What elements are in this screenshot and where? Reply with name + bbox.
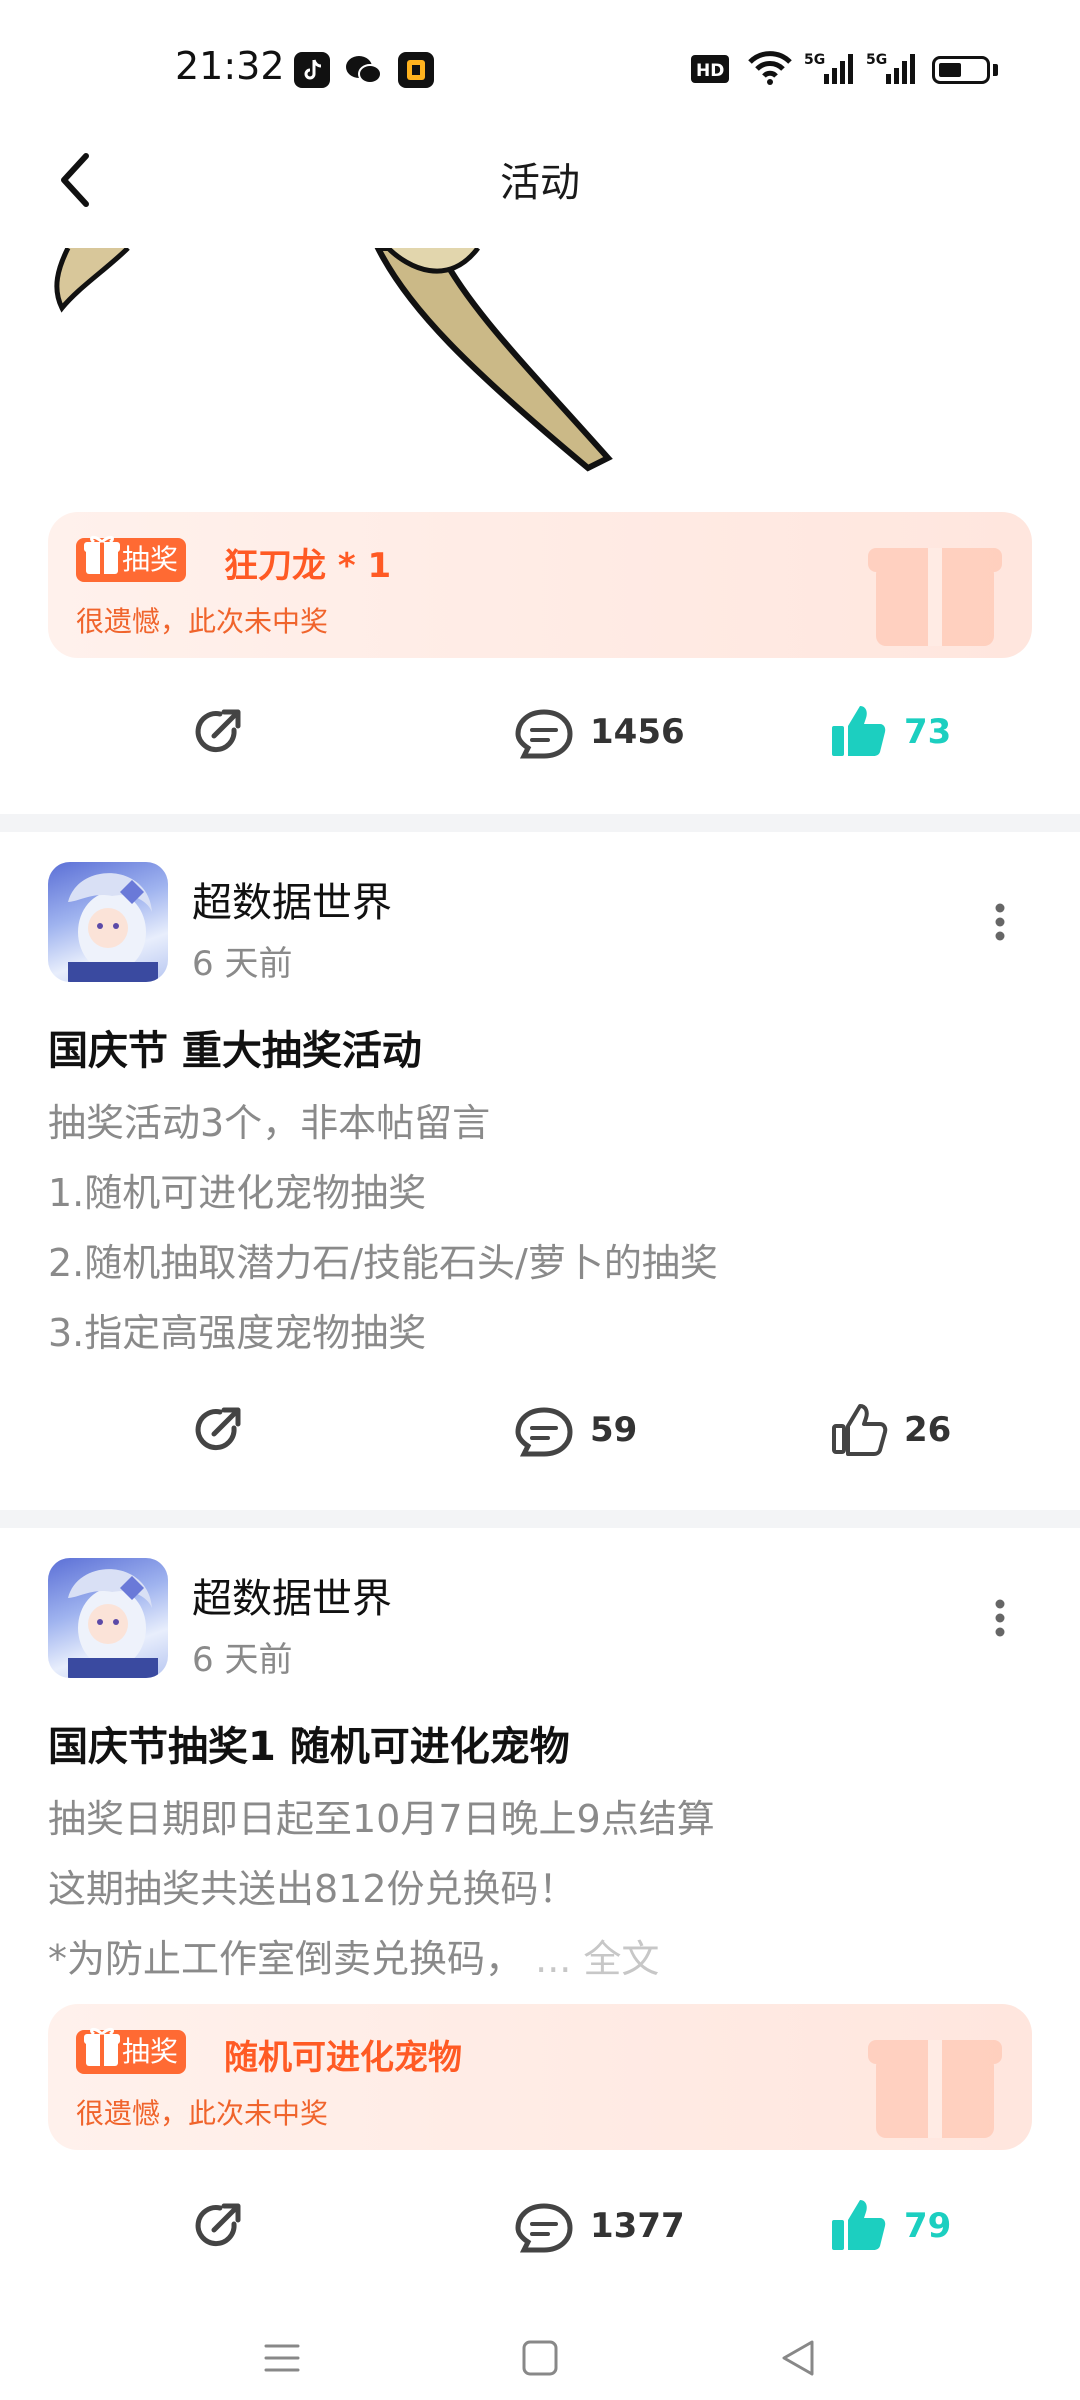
comment-button[interactable]: 1377 [514, 2198, 694, 2258]
lottery-result: 很遗憾，此次未中奖 [76, 605, 329, 638]
wifi-icon [746, 50, 794, 86]
home-square-icon [522, 2340, 558, 2376]
post-divider [0, 814, 1080, 832]
post-title[interactable]: 国庆节 重大抽奖活动 [48, 1018, 422, 1076]
more-options-button[interactable] [994, 902, 1006, 942]
menu-icon [264, 2344, 300, 2372]
gift-icon [84, 2027, 120, 2066]
share-icon [195, 2203, 241, 2247]
comment-count: 59 [590, 1410, 638, 1450]
read-more-link[interactable]: ... 全文 [535, 1937, 659, 1981]
lottery-badge: 抽奖 [76, 2027, 187, 2074]
lottery-card[interactable]: 抽奖 随机可进化宠物 很遗憾，此次未中奖 [48, 2004, 1032, 2150]
battery-tip [993, 64, 998, 76]
post-time: 6 天前 [192, 944, 293, 984]
post-time: 6 天前 [192, 1640, 293, 1680]
tiktok-icon [294, 52, 330, 88]
lottery-card[interactable]: 抽奖 狂刀龙 * 1 很遗憾，此次未中奖 [48, 512, 1032, 658]
lottery-badge-label: 抽奖 [122, 2035, 179, 2068]
author-name[interactable]: 超数据世界 [192, 1566, 392, 1624]
comment-button[interactable]: 1456 [514, 704, 694, 764]
post-text-line: 抽奖活动3个，非本帖留言 [48, 1101, 491, 1145]
more-vertical-icon [995, 1599, 1005, 1637]
share-button[interactable] [190, 704, 246, 760]
thumbs-up-icon [832, 1404, 888, 1456]
status-bar: 21:32 HD 5G 5G [0, 0, 1080, 140]
post-text-line: 3.指定高强度宠物抽奖 [48, 1311, 427, 1355]
post-text-line: 抽奖日期即日起至10月7日晚上9点结算 [48, 1797, 715, 1841]
gift-icon [84, 535, 120, 574]
wechat-icon [344, 52, 384, 88]
svg-text:HD: HD [696, 61, 724, 81]
comment-icon [515, 1407, 573, 1457]
like-count: 79 [904, 2206, 952, 2246]
page-title: 活动 [500, 160, 580, 206]
comment-icon [515, 709, 573, 759]
5g-signal-icon: 5G [866, 48, 918, 88]
like-count: 73 [904, 712, 952, 752]
thumbs-up-filled-icon [832, 2200, 886, 2250]
gift-watermark-icon [868, 548, 1002, 646]
post-divider [0, 1510, 1080, 1528]
share-button[interactable] [190, 2198, 246, 2254]
triangle-back-icon [782, 2340, 814, 2376]
back-nav-button[interactable] [778, 2338, 818, 2378]
lottery-badge: 抽奖 [76, 535, 187, 582]
post-text-line: 2.随机抽取潜力石/技能石头/萝卜的抽奖 [48, 1241, 718, 1285]
post-title[interactable]: 国庆节抽奖1 随机可进化宠物 [48, 1714, 570, 1772]
menu-button[interactable] [262, 2338, 302, 2378]
author-name[interactable]: 超数据世界 [192, 870, 392, 928]
svg-text:5G: 5G [804, 52, 825, 68]
system-nav-bar [0, 2300, 1080, 2400]
like-button[interactable]: 79 [830, 2196, 980, 2256]
post-text-line: 1.随机可进化宠物抽奖 [48, 1171, 427, 1215]
lottery-badge-label: 抽奖 [122, 543, 179, 576]
share-icon [195, 709, 241, 753]
hd-icon: HD [690, 54, 730, 84]
comment-button[interactable]: 59 [514, 1402, 674, 1462]
like-button[interactable]: 73 [830, 702, 980, 762]
gift-watermark-icon [868, 2040, 1002, 2138]
like-count: 26 [904, 1410, 952, 1450]
app-icon [398, 52, 434, 88]
battery-icon [932, 56, 990, 84]
status-time: 21:32 [175, 44, 285, 88]
like-button[interactable]: 26 [830, 1400, 980, 1460]
lottery-prize: 狂刀龙 * 1 [224, 546, 392, 586]
home-button[interactable] [520, 2338, 560, 2378]
avatar[interactable] [48, 1558, 168, 1678]
share-button[interactable] [190, 1402, 246, 1458]
comment-count: 1377 [590, 2206, 685, 2246]
comment-count: 1456 [590, 712, 685, 752]
share-icon [195, 1407, 241, 1451]
avatar[interactable] [48, 862, 168, 982]
lottery-result: 很遗憾，此次未中奖 [76, 2097, 329, 2130]
more-options-button[interactable] [994, 1598, 1006, 1638]
svg-text:5G: 5G [866, 52, 887, 68]
post-text-truncated: *为防止工作室倒卖兑换码， [48, 1937, 524, 1981]
thumbs-up-filled-icon [832, 706, 886, 756]
lottery-prize: 随机可进化宠物 [224, 2038, 462, 2078]
more-vertical-icon [995, 903, 1005, 941]
comment-icon [515, 2203, 573, 2253]
post-text-line: 这期抽奖共送出812份兑换码！ [48, 1867, 577, 1911]
5g-signal-icon: 5G [804, 48, 856, 88]
post-image[interactable] [48, 245, 648, 478]
post-text-line: *为防止工作室倒卖兑换码， ... 全文 [48, 1928, 659, 1983]
